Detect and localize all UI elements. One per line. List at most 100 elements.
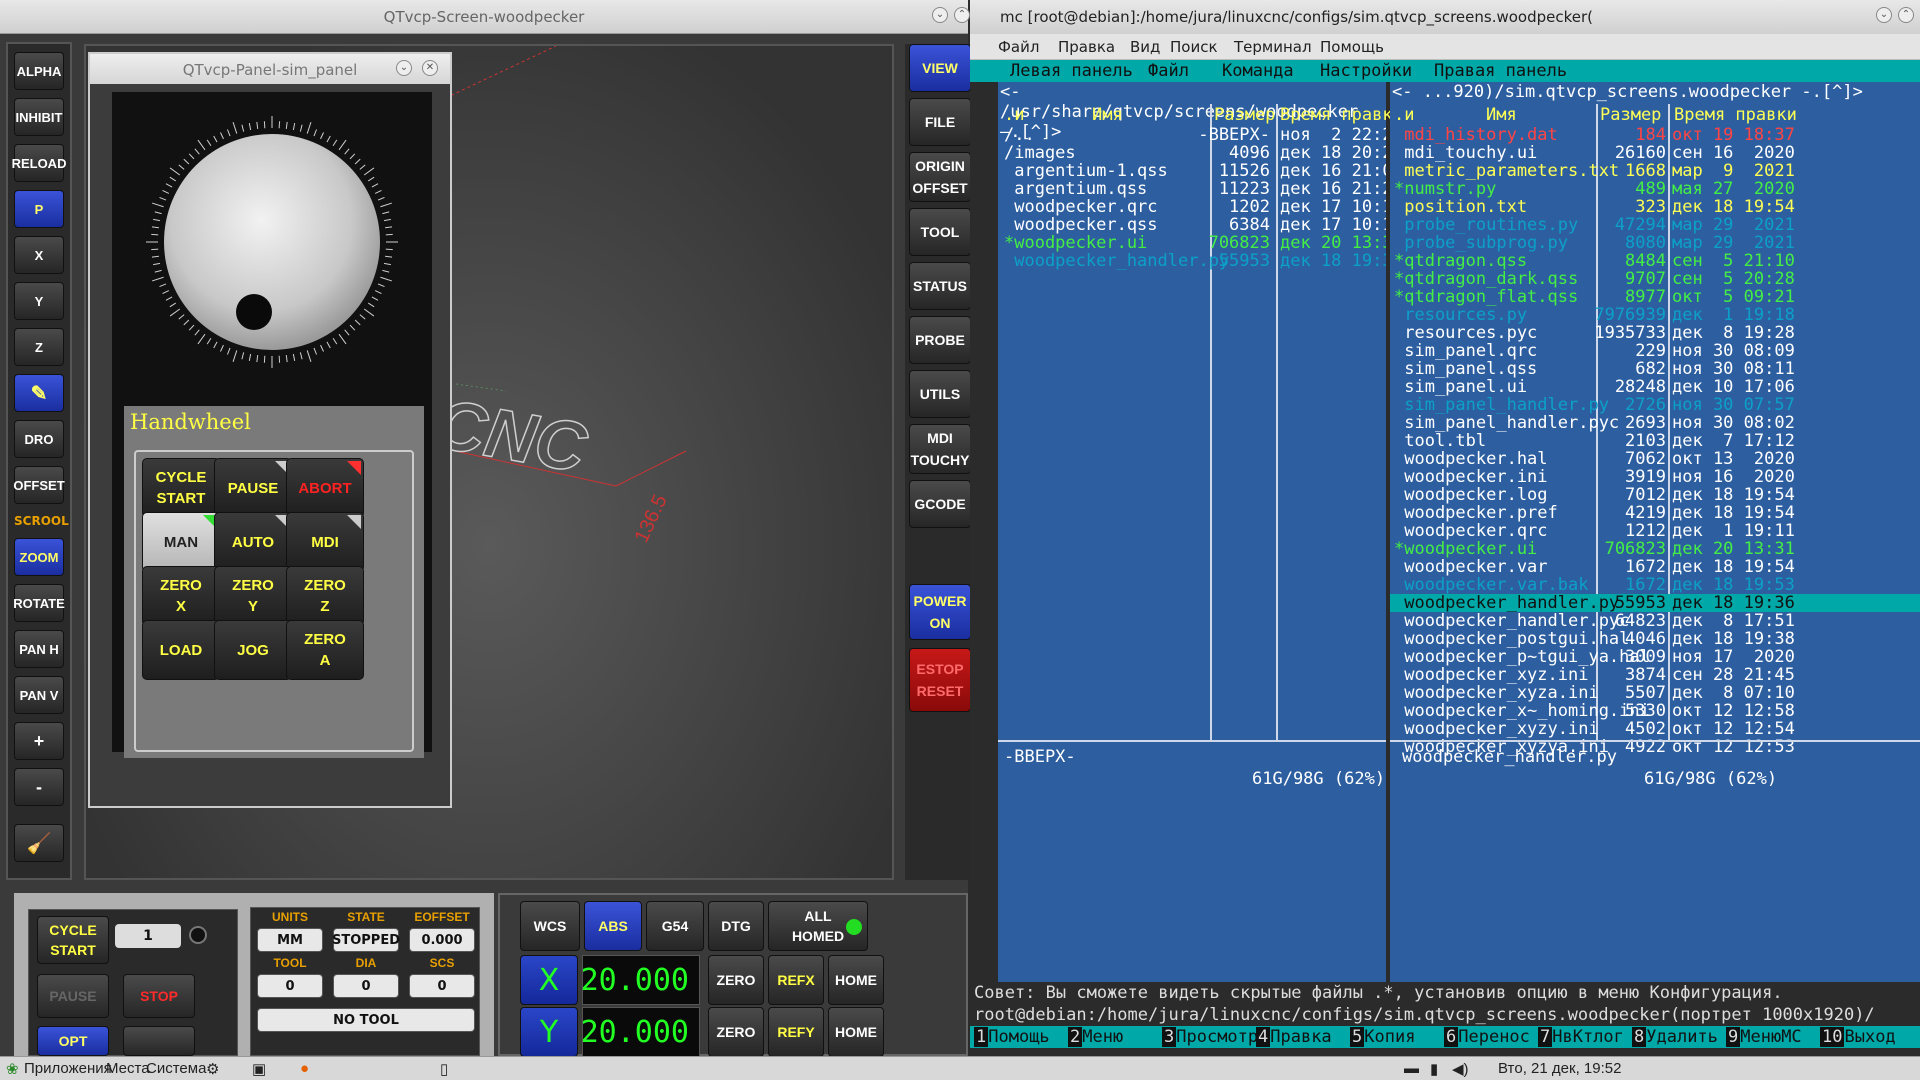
- right-file-row[interactable]: woodpecker_p~tgui_ya.hal 3009 ноя 17 2020: [1390, 648, 1920, 666]
- right-file-row[interactable]: woodpecker_xyza.ini 5507 дек 8 07:10: [1390, 684, 1920, 702]
- right-file-row[interactable]: *numstr.py 489 мая 27 2020: [1390, 180, 1920, 198]
- left-file-row[interactable]: *woodpecker.ui 706823 дек 20 13:31: [998, 234, 1386, 252]
- pan-v-button[interactable]: PAN V: [14, 676, 64, 714]
- terminal-menu-view[interactable]: Вид: [1130, 38, 1160, 56]
- clock[interactable]: Втo, 21 дек, 19:52: [1498, 1060, 1621, 1077]
- right-file-row[interactable]: *qtdragon_flat.qss 8977 окт 5 09:21: [1390, 288, 1920, 306]
- right-file-row[interactable]: sim_panel_handler.py 2726 ноя 30 07:57: [1390, 396, 1920, 414]
- right-file-row[interactable]: mdi_history.dat 184 окт 19 18:37: [1390, 126, 1920, 144]
- terminal-menu-terminal[interactable]: Терминал: [1234, 38, 1312, 56]
- ref-y-button[interactable]: REFY: [768, 1007, 824, 1057]
- abort-key[interactable]: ABORT: [286, 458, 364, 518]
- zero-x-key[interactable]: ZERO X: [142, 566, 220, 626]
- right-file-row[interactable]: woodpecker.var.bak 1672 дек 18 19:53: [1390, 576, 1920, 594]
- dro-button[interactable]: DRO: [14, 420, 64, 458]
- status-tab-button[interactable]: STATUS: [909, 262, 971, 310]
- show-desktop-icon[interactable]: ▯: [440, 1060, 448, 1078]
- sim-close-icon[interactable]: ✕: [422, 60, 438, 76]
- firefox-launcher-icon[interactable]: ●: [300, 1060, 309, 1077]
- mdi-touchy-tab-button[interactable]: MDI TOUCHY: [909, 424, 971, 474]
- right-file-row[interactable]: sim_panel.qss 682 ноя 30 08:11: [1390, 360, 1920, 378]
- right-file-row[interactable]: woodpecker_handler.pyc 64823 дек 8 17:51: [1390, 612, 1920, 630]
- keyboard-layout-icon[interactable]: ▬: [1404, 1060, 1419, 1077]
- left-file-row[interactable]: /.. -ВВЕРХ-ноя 2 22:20: [998, 126, 1386, 144]
- terminal-launcher-icon[interactable]: ▣: [252, 1060, 266, 1078]
- view-z-button[interactable]: Z: [14, 328, 64, 366]
- fkey-10[interactable]: 10 Выход: [1820, 1026, 1896, 1048]
- terminal-menu-file[interactable]: Файл: [998, 38, 1039, 56]
- zero-x-button[interactable]: ZERO: [708, 955, 764, 1005]
- terminal-menu-search[interactable]: Поиск: [1170, 38, 1218, 56]
- y-axis-label[interactable]: Y: [520, 1007, 578, 1057]
- offset-button[interactable]: OFFSET: [13, 466, 65, 504]
- right-file-row[interactable]: woodpecker.var 1672 дек 18 19:54: [1390, 558, 1920, 576]
- g54-button[interactable]: G54: [646, 901, 704, 951]
- applications-menu[interactable]: Приложения: [24, 1060, 112, 1077]
- right-file-row[interactable]: resources.pyc 1935733 дек 8 19:28: [1390, 324, 1920, 342]
- terminal-menu-help[interactable]: Помощь: [1320, 38, 1384, 56]
- terminal-maximize-icon[interactable]: ⌃: [1898, 7, 1914, 23]
- right-file-row[interactable]: woodpecker_handler.py 55953 дек 18 19:36: [1390, 594, 1920, 612]
- right-file-row[interactable]: sim_panel.ui 28248 дек 10 17:06: [1390, 378, 1920, 396]
- ref-x-button[interactable]: REFX: [768, 955, 824, 1005]
- left-file-row[interactable]: woodpecker.qrc 1202 дек 17 10:11: [998, 198, 1386, 216]
- dtg-button[interactable]: DTG: [708, 901, 764, 951]
- load-key[interactable]: LOAD: [142, 620, 220, 680]
- right-file-row[interactable]: sim_panel.qrc 229 ноя 30 08:09: [1390, 342, 1920, 360]
- gcode-tab-button[interactable]: GCODE: [909, 480, 971, 528]
- right-file-row[interactable]: woodpecker_xyz.ini 3874 сен 28 21:45: [1390, 666, 1920, 684]
- mc-menu-right-panel[interactable]: Правая панель: [1434, 60, 1567, 82]
- clear-plot-button[interactable]: 🧹: [14, 824, 64, 862]
- man-mode-key[interactable]: MAN: [142, 512, 220, 572]
- origin-offset-tab-button[interactable]: ORIGIN OFFSET: [909, 152, 971, 202]
- left-file-row[interactable]: /images 4096 дек 18 20:26: [998, 144, 1386, 162]
- rotate-button[interactable]: ROTATE: [13, 584, 65, 622]
- terminal-minimize-icon[interactable]: ⌄: [1876, 7, 1892, 23]
- cycle-start-button[interactable]: CYCLE START: [37, 916, 109, 964]
- zoom-out-button[interactable]: -: [14, 768, 64, 806]
- x-axis-label[interactable]: X: [520, 955, 578, 1005]
- right-file-row[interactable]: woodpecker_xyzy.ini 4502 окт 12 12:54: [1390, 720, 1920, 738]
- zero-y-key[interactable]: ZERO Y: [214, 566, 292, 626]
- left-file-row[interactable]: woodpecker.qss 6384 дек 17 10:11: [998, 216, 1386, 234]
- jog-key[interactable]: JOG: [214, 620, 292, 680]
- right-file-row[interactable]: mdi_touchy.ui 26160 сен 16 2020: [1390, 144, 1920, 162]
- maximize-icon[interactable]: ⌃: [954, 7, 970, 23]
- fkey-4[interactable]: 4 Правка: [1256, 1026, 1332, 1048]
- pause-key[interactable]: PAUSE: [214, 458, 292, 518]
- network-icon[interactable]: ▮: [1430, 1060, 1438, 1078]
- right-file-row[interactable]: *woodpecker.ui 706823 дек 20 13:31: [1390, 540, 1920, 558]
- right-file-row[interactable]: probe_routines.py 47294 мар 29 2021: [1390, 216, 1920, 234]
- right-file-row[interactable]: woodpecker.hal 7062 окт 13 2020: [1390, 450, 1920, 468]
- abs-button[interactable]: ABS: [584, 901, 642, 951]
- wcs-button[interactable]: WCS: [520, 901, 580, 951]
- sim-minimize-icon[interactable]: ⌄: [396, 60, 412, 76]
- right-file-row[interactable]: metric_parameters.txt 1668 мар 9 2021: [1390, 162, 1920, 180]
- right-file-row[interactable]: woodpecker.pref 4219 дек 18 19:54: [1390, 504, 1920, 522]
- handwheel-dial[interactable]: [112, 92, 432, 392]
- fkey-2[interactable]: 2 Меню: [1068, 1026, 1123, 1048]
- right-file-row[interactable]: woodpecker.log 7012 дек 18 19:54: [1390, 486, 1920, 504]
- alpha-button[interactable]: ALPHA: [14, 52, 64, 90]
- right-file-row[interactable]: woodpecker_x~_homing.ini 5330 окт 12 12:58: [1390, 702, 1920, 720]
- fkey-9[interactable]: 9 МенюМС: [1726, 1026, 1802, 1048]
- zoom-in-button[interactable]: +: [14, 722, 64, 760]
- view-y-button[interactable]: Y: [14, 282, 64, 320]
- fkey-7[interactable]: 7 НвКтлог: [1538, 1026, 1624, 1048]
- system-menu[interactable]: Система: [146, 1060, 206, 1077]
- right-file-row[interactable]: resources.py 7976939 дек 1 19:18: [1390, 306, 1920, 324]
- right-file-row[interactable]: woodpecker.qrc 1212 дек 1 19:11: [1390, 522, 1920, 540]
- fkey-6[interactable]: 6 Перенос: [1444, 1026, 1530, 1048]
- reload-button[interactable]: RELOAD: [12, 144, 66, 182]
- power-on-button[interactable]: POWER ON: [909, 584, 971, 640]
- zero-a-key[interactable]: ZERO A: [286, 620, 364, 680]
- zero-z-key[interactable]: ZERO Z: [286, 566, 364, 626]
- tool-tab-button[interactable]: TOOL: [909, 208, 971, 256]
- inhibit-button[interactable]: INHIBIT: [14, 98, 64, 136]
- left-file-row[interactable]: argentium-1.qss 11526 дек 16 21:07: [998, 162, 1386, 180]
- left-file-row[interactable]: woodpecker_handler.py55953 дек 18 19:36: [998, 252, 1386, 270]
- opt-button[interactable]: OPT: [37, 1026, 109, 1056]
- mc-command-prompt[interactable]: root@debian:/home/jura/linuxcnc/configs/…: [970, 1004, 1920, 1026]
- right-file-row[interactable]: *qtdragon.qss 8484 сен 5 21:10: [1390, 252, 1920, 270]
- volume-icon[interactable]: ◀): [1452, 1060, 1469, 1078]
